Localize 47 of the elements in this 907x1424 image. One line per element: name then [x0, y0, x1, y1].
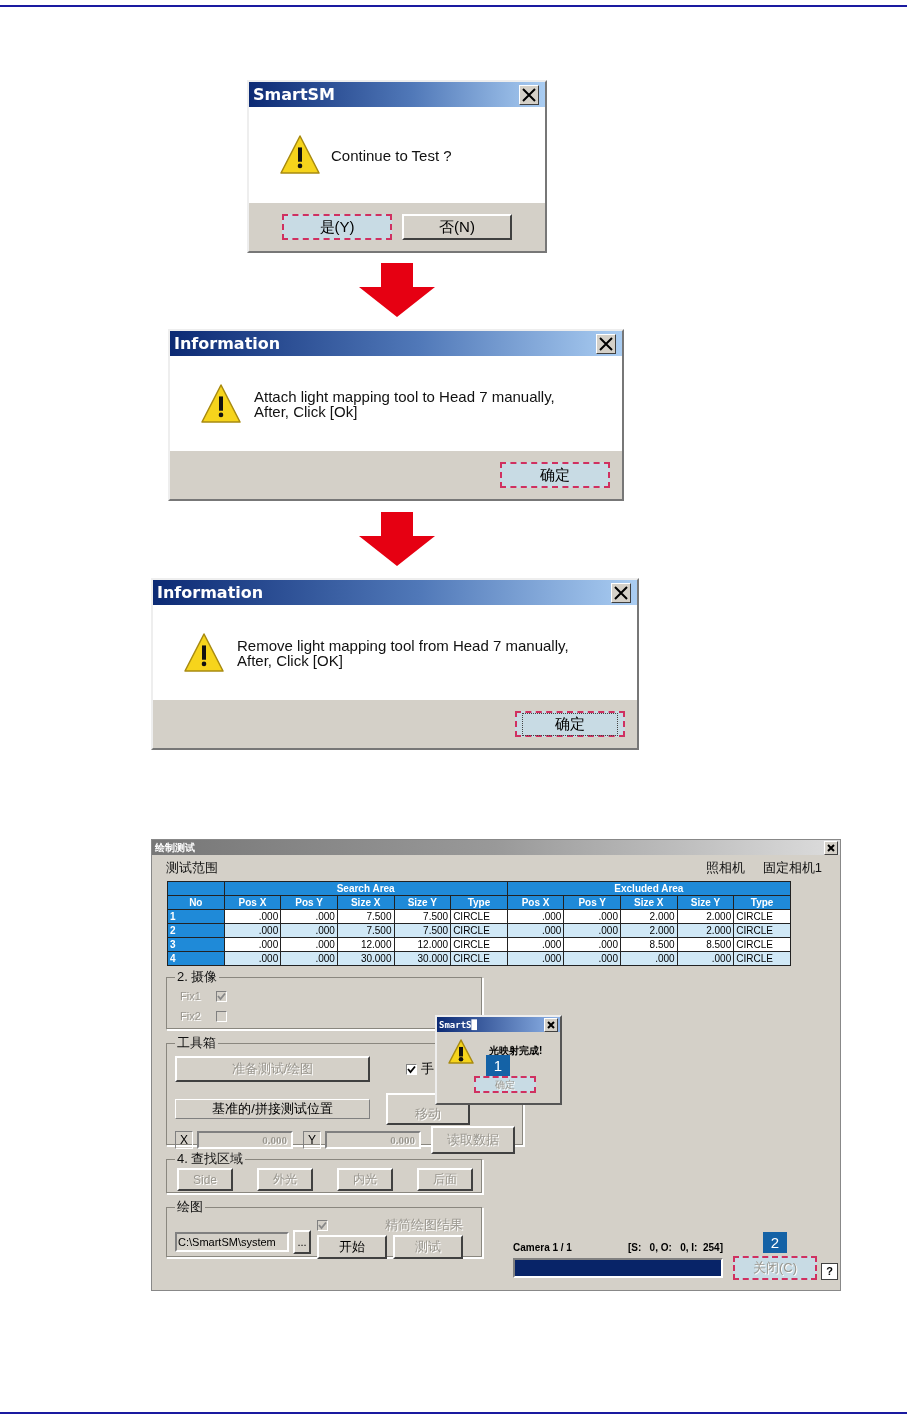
start-button[interactable]: 开始 [317, 1235, 387, 1259]
close-button[interactable] [519, 84, 539, 105]
window-title: SmartS█ [439, 1019, 477, 1030]
group-title: 绘图 [176, 1198, 204, 1216]
group-header: Search Area [224, 881, 508, 896]
warning-icon [447, 1038, 475, 1066]
warning-icon [200, 382, 242, 425]
close-button[interactable] [596, 333, 616, 354]
window-title: SmartSM [253, 85, 335, 104]
status-text: Camera 1 / 1 [513, 1241, 572, 1253]
warning-icon [183, 631, 225, 674]
position-label: 基准的/拼接测试位置 [175, 1099, 370, 1119]
dialog-button[interactable]: 否(N) [402, 214, 512, 240]
help-button[interactable]: ? [821, 1262, 838, 1280]
checkbox-label: Fix2 [180, 1010, 202, 1022]
message-text: 光映射完成! [489, 1044, 543, 1058]
dialog-button[interactable]: 确定 [515, 711, 625, 737]
section-label: 测试范围 [166, 859, 218, 877]
callout-badge: 2 [763, 1232, 787, 1253]
axis-label: Y [303, 1131, 321, 1149]
path-field[interactable]: C:\SmartSM\system [175, 1232, 289, 1252]
message-text: Attach light mapping tool to Head 7 manually, After, Click [Ok] [254, 388, 555, 419]
checkbox-label: 手 [421, 1060, 434, 1078]
camera-value: 固定相机1 [762, 859, 822, 877]
callout-badge: 1 [486, 1055, 510, 1076]
header-cell [167, 881, 225, 896]
group-title: 工具箱 [176, 1034, 217, 1052]
close-button[interactable] [611, 582, 631, 603]
warning-icon [279, 134, 321, 176]
window-title: Information [157, 583, 264, 602]
checkbox-label: Fix1 [180, 990, 202, 1002]
dialog-button[interactable]: 确定 [500, 462, 610, 488]
message-text: Remove light mapping tool from Head 7 manually, After, Click [OK] [237, 637, 569, 668]
group-title: 4. 查找区域 [176, 1150, 245, 1168]
close-button[interactable] [544, 1017, 558, 1032]
dialog-button[interactable]: 是(Y) [282, 214, 392, 240]
status-text: [S: 0, O: 0, I: 254] [627, 1241, 723, 1253]
message-text: Continue to Test ? [331, 147, 452, 163]
close-button[interactable] [824, 840, 838, 855]
group-title: 2. 摄像 [176, 968, 219, 986]
checkbox[interactable] [406, 1063, 417, 1075]
group-header: Excluded Area [507, 881, 791, 896]
browse-button[interactable]: ... [293, 1230, 311, 1254]
window-title: 绘制测试 [155, 840, 195, 855]
camera-label: 照相机 [705, 859, 745, 877]
axis-label: X [175, 1131, 193, 1149]
window-title: Information [174, 334, 281, 353]
